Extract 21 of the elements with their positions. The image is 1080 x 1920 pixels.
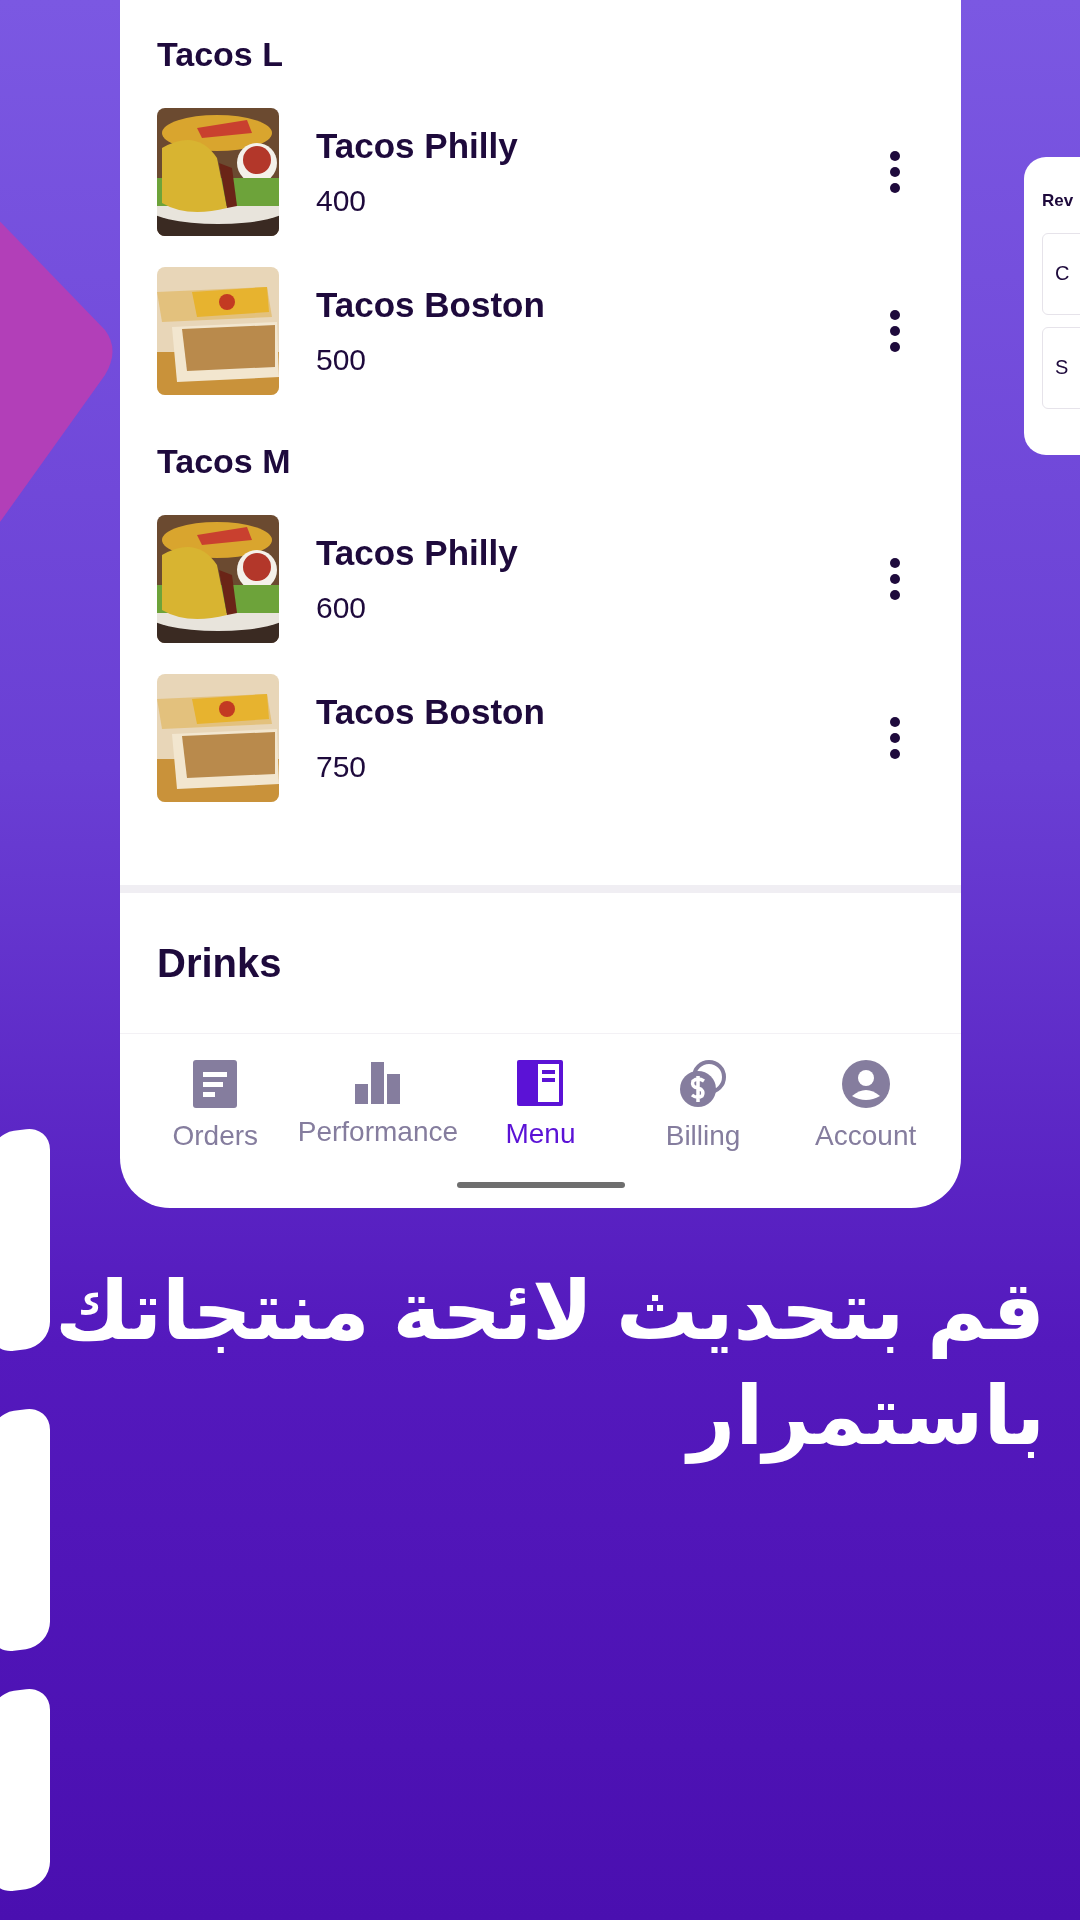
input-field[interactable]: C bbox=[1042, 233, 1080, 315]
input-field[interactable]: S bbox=[1042, 327, 1080, 409]
section-title: Drinks bbox=[156, 940, 283, 987]
headline-line: قم بتحديث لائحة منتجاتك bbox=[0, 1258, 1045, 1363]
nav-tab[interactable]: Account bbox=[784, 1060, 947, 1160]
item-name: Tacos Philly bbox=[316, 126, 519, 166]
item-price: 750 bbox=[316, 750, 368, 784]
nav-tab[interactable]: Performance bbox=[296, 1060, 460, 1160]
nav-tab[interactable]: Orders bbox=[134, 1060, 297, 1160]
section-title: Tacos M bbox=[157, 441, 292, 482]
item-price: 500 bbox=[316, 343, 368, 377]
nav-tab[interactable]: Menu bbox=[459, 1060, 622, 1160]
item-name: Tacos Boston bbox=[316, 692, 546, 732]
item-price: 600 bbox=[316, 591, 368, 625]
item-name: Tacos Philly bbox=[316, 533, 519, 573]
nav-tab[interactable]: Billing bbox=[621, 1060, 785, 1160]
section-title: Tacos L bbox=[157, 34, 284, 75]
card-title: Rev bbox=[1042, 191, 1074, 211]
headline-line: باستمرار bbox=[0, 1363, 1045, 1468]
item-price: 400 bbox=[316, 184, 368, 218]
item-name: Tacos Boston bbox=[316, 285, 546, 325]
